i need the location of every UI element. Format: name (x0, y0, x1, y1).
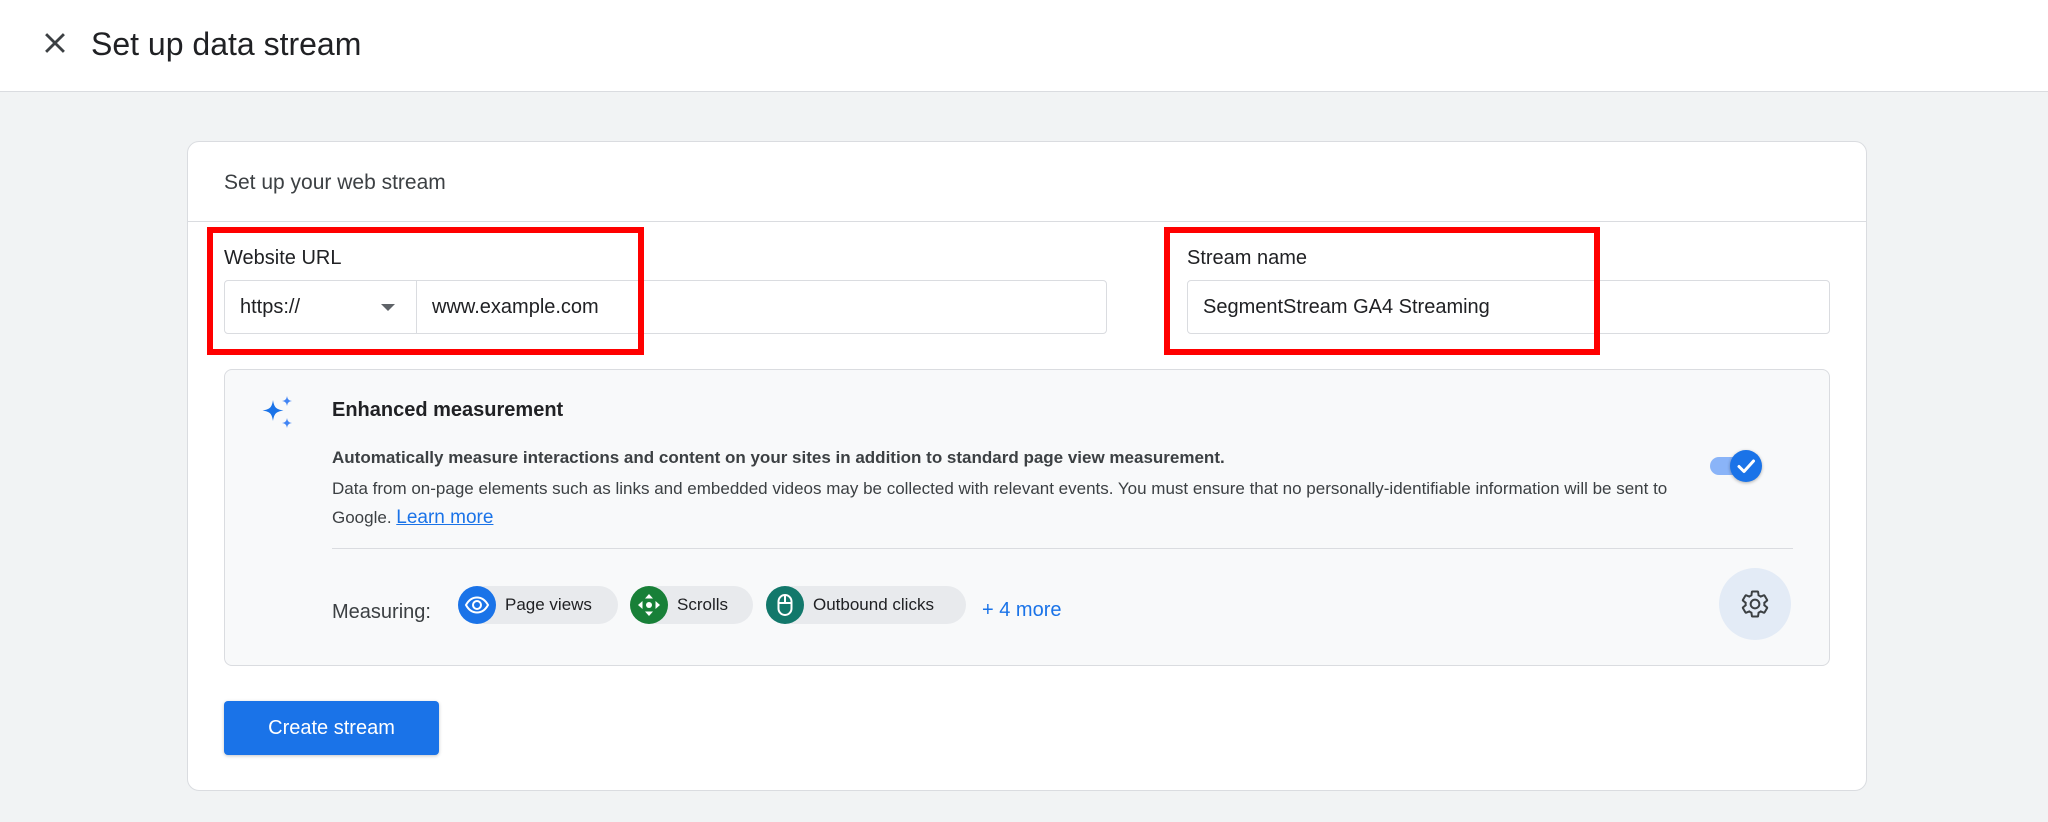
scroll-icon (630, 586, 668, 624)
settings-button[interactable] (1719, 568, 1791, 640)
url-highlight-box (207, 227, 644, 355)
toggle-thumb (1730, 450, 1762, 482)
stream-name-highlight-box (1164, 227, 1600, 355)
sparkle-icon (262, 396, 292, 428)
check-icon (1737, 459, 1755, 473)
top-bar: Set up data stream (0, 0, 2048, 92)
card-title: Set up your web stream (224, 171, 446, 194)
chip-page-views: Page views (458, 586, 618, 624)
page-title: Set up data stream (91, 26, 362, 62)
measuring-label: Measuring: (332, 601, 431, 623)
mouse-icon (766, 586, 804, 624)
create-stream-button[interactable]: Create stream (224, 701, 439, 755)
chip-outbound-clicks: Outbound clicks (766, 586, 966, 624)
card-header: Set up your web stream (188, 142, 1866, 222)
enhanced-measurement-summary: Automatically measure interactions and c… (332, 448, 1225, 467)
gear-icon (1741, 590, 1769, 618)
chip-label: Outbound clicks (813, 595, 934, 614)
more-events-link[interactable]: + 4 more (982, 597, 1061, 623)
enhanced-measurement-title: Enhanced measurement (332, 399, 564, 421)
learn-more-link[interactable]: Learn more (396, 507, 493, 528)
divider (332, 548, 1793, 549)
eye-icon (458, 586, 496, 624)
close-icon (45, 33, 65, 53)
enhanced-measurement-toggle[interactable] (1708, 449, 1764, 482)
description-text: Data from on-page elements such as links… (332, 479, 1668, 527)
enhanced-measurement-panel: Enhanced measurement Automatically measu… (224, 369, 1830, 666)
enhanced-measurement-description: Data from on-page elements such as links… (332, 474, 1712, 532)
chip-label: Scrolls (677, 595, 729, 614)
close-button[interactable] (38, 26, 72, 60)
chip-scrolls: Scrolls (630, 586, 753, 624)
chip-label: Page views (505, 595, 592, 614)
